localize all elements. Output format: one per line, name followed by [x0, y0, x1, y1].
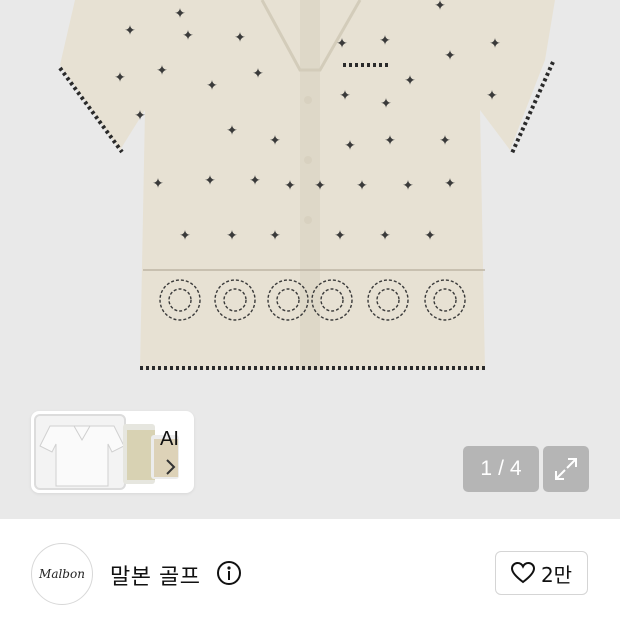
svg-text:✦: ✦	[249, 173, 261, 189]
svg-text:✦: ✦	[380, 96, 392, 112]
svg-text:✦: ✦	[339, 88, 351, 104]
svg-text:✦: ✦	[334, 228, 346, 244]
svg-text:✦: ✦	[434, 0, 446, 14]
svg-text:✦: ✦	[314, 178, 326, 194]
svg-text:✦: ✦	[404, 73, 416, 89]
svg-text:✦: ✦	[269, 133, 281, 149]
like-button[interactable]: 2만	[495, 551, 588, 595]
svg-text:✦: ✦	[182, 28, 194, 44]
ai-thumbnail-white-shirt	[34, 414, 126, 490]
image-counter-separator: /	[498, 457, 504, 480]
svg-text:✦: ✦	[174, 6, 186, 22]
like-count: 2만	[540, 562, 573, 587]
svg-text:✦: ✦	[344, 138, 356, 154]
ai-recommendation-card[interactable]	[31, 411, 194, 493]
svg-text:✦: ✦	[356, 178, 368, 194]
svg-text:✦: ✦	[402, 178, 414, 194]
svg-text:✦: ✦	[226, 123, 238, 139]
svg-text:✦: ✦	[124, 23, 136, 39]
svg-text:✦: ✦	[134, 108, 146, 124]
svg-text:✦: ✦	[179, 228, 191, 244]
product-image-gallery[interactable]: ✦ ✦ ✦ ✦ ✦ ✦ ✦ ✦ ✦ ✦ ✦ ✦ ✦ ✦ ✦ ✦ ✦ ✦ ✦ ✦ ✦ ✦ ✦ ✦ ✦ ✦ ✦ ✦ ✦ ✦ …	[0, 0, 620, 519]
svg-text:✦: ✦	[152, 176, 164, 192]
svg-text:✦: ✦	[204, 173, 216, 189]
brand-row: Malbon 말본 골프 2만	[0, 519, 620, 620]
ai-label[interactable]: AI	[160, 428, 179, 451]
svg-text:✦: ✦	[206, 78, 218, 94]
heart-icon	[510, 562, 535, 584]
svg-text:✦: ✦	[379, 228, 391, 244]
svg-text:✦: ✦	[489, 36, 501, 52]
svg-text:✦: ✦	[336, 36, 348, 52]
svg-text:✦: ✦	[252, 66, 264, 82]
svg-text:✦: ✦	[379, 33, 391, 49]
image-counter-current: 1	[480, 457, 493, 480]
svg-text:✦: ✦	[226, 228, 238, 244]
svg-text:✦: ✦	[384, 133, 396, 149]
svg-text:✦: ✦	[439, 133, 451, 149]
svg-text:✦: ✦	[444, 176, 456, 192]
svg-text:✦: ✦	[269, 228, 281, 244]
svg-text:✦: ✦	[444, 48, 456, 64]
image-counter-total: 4	[509, 457, 522, 480]
expand-button[interactable]	[543, 446, 589, 492]
svg-text:✦: ✦	[284, 178, 296, 194]
svg-text:✦: ✦	[486, 88, 498, 104]
svg-text:✦: ✦	[424, 228, 436, 244]
brand-logo[interactable]: Malbon	[31, 543, 93, 605]
image-counter: 1 / 4	[463, 446, 539, 492]
expand-icon	[555, 458, 577, 480]
svg-text:✦: ✦	[234, 30, 246, 46]
brand-logo-text: Malbon	[39, 567, 85, 581]
info-icon[interactable]	[216, 560, 242, 586]
svg-text:✦: ✦	[114, 70, 126, 86]
svg-text:✦: ✦	[156, 63, 168, 79]
brand-name[interactable]: 말본 골프	[110, 559, 200, 591]
chevron-right-icon[interactable]	[164, 457, 178, 477]
